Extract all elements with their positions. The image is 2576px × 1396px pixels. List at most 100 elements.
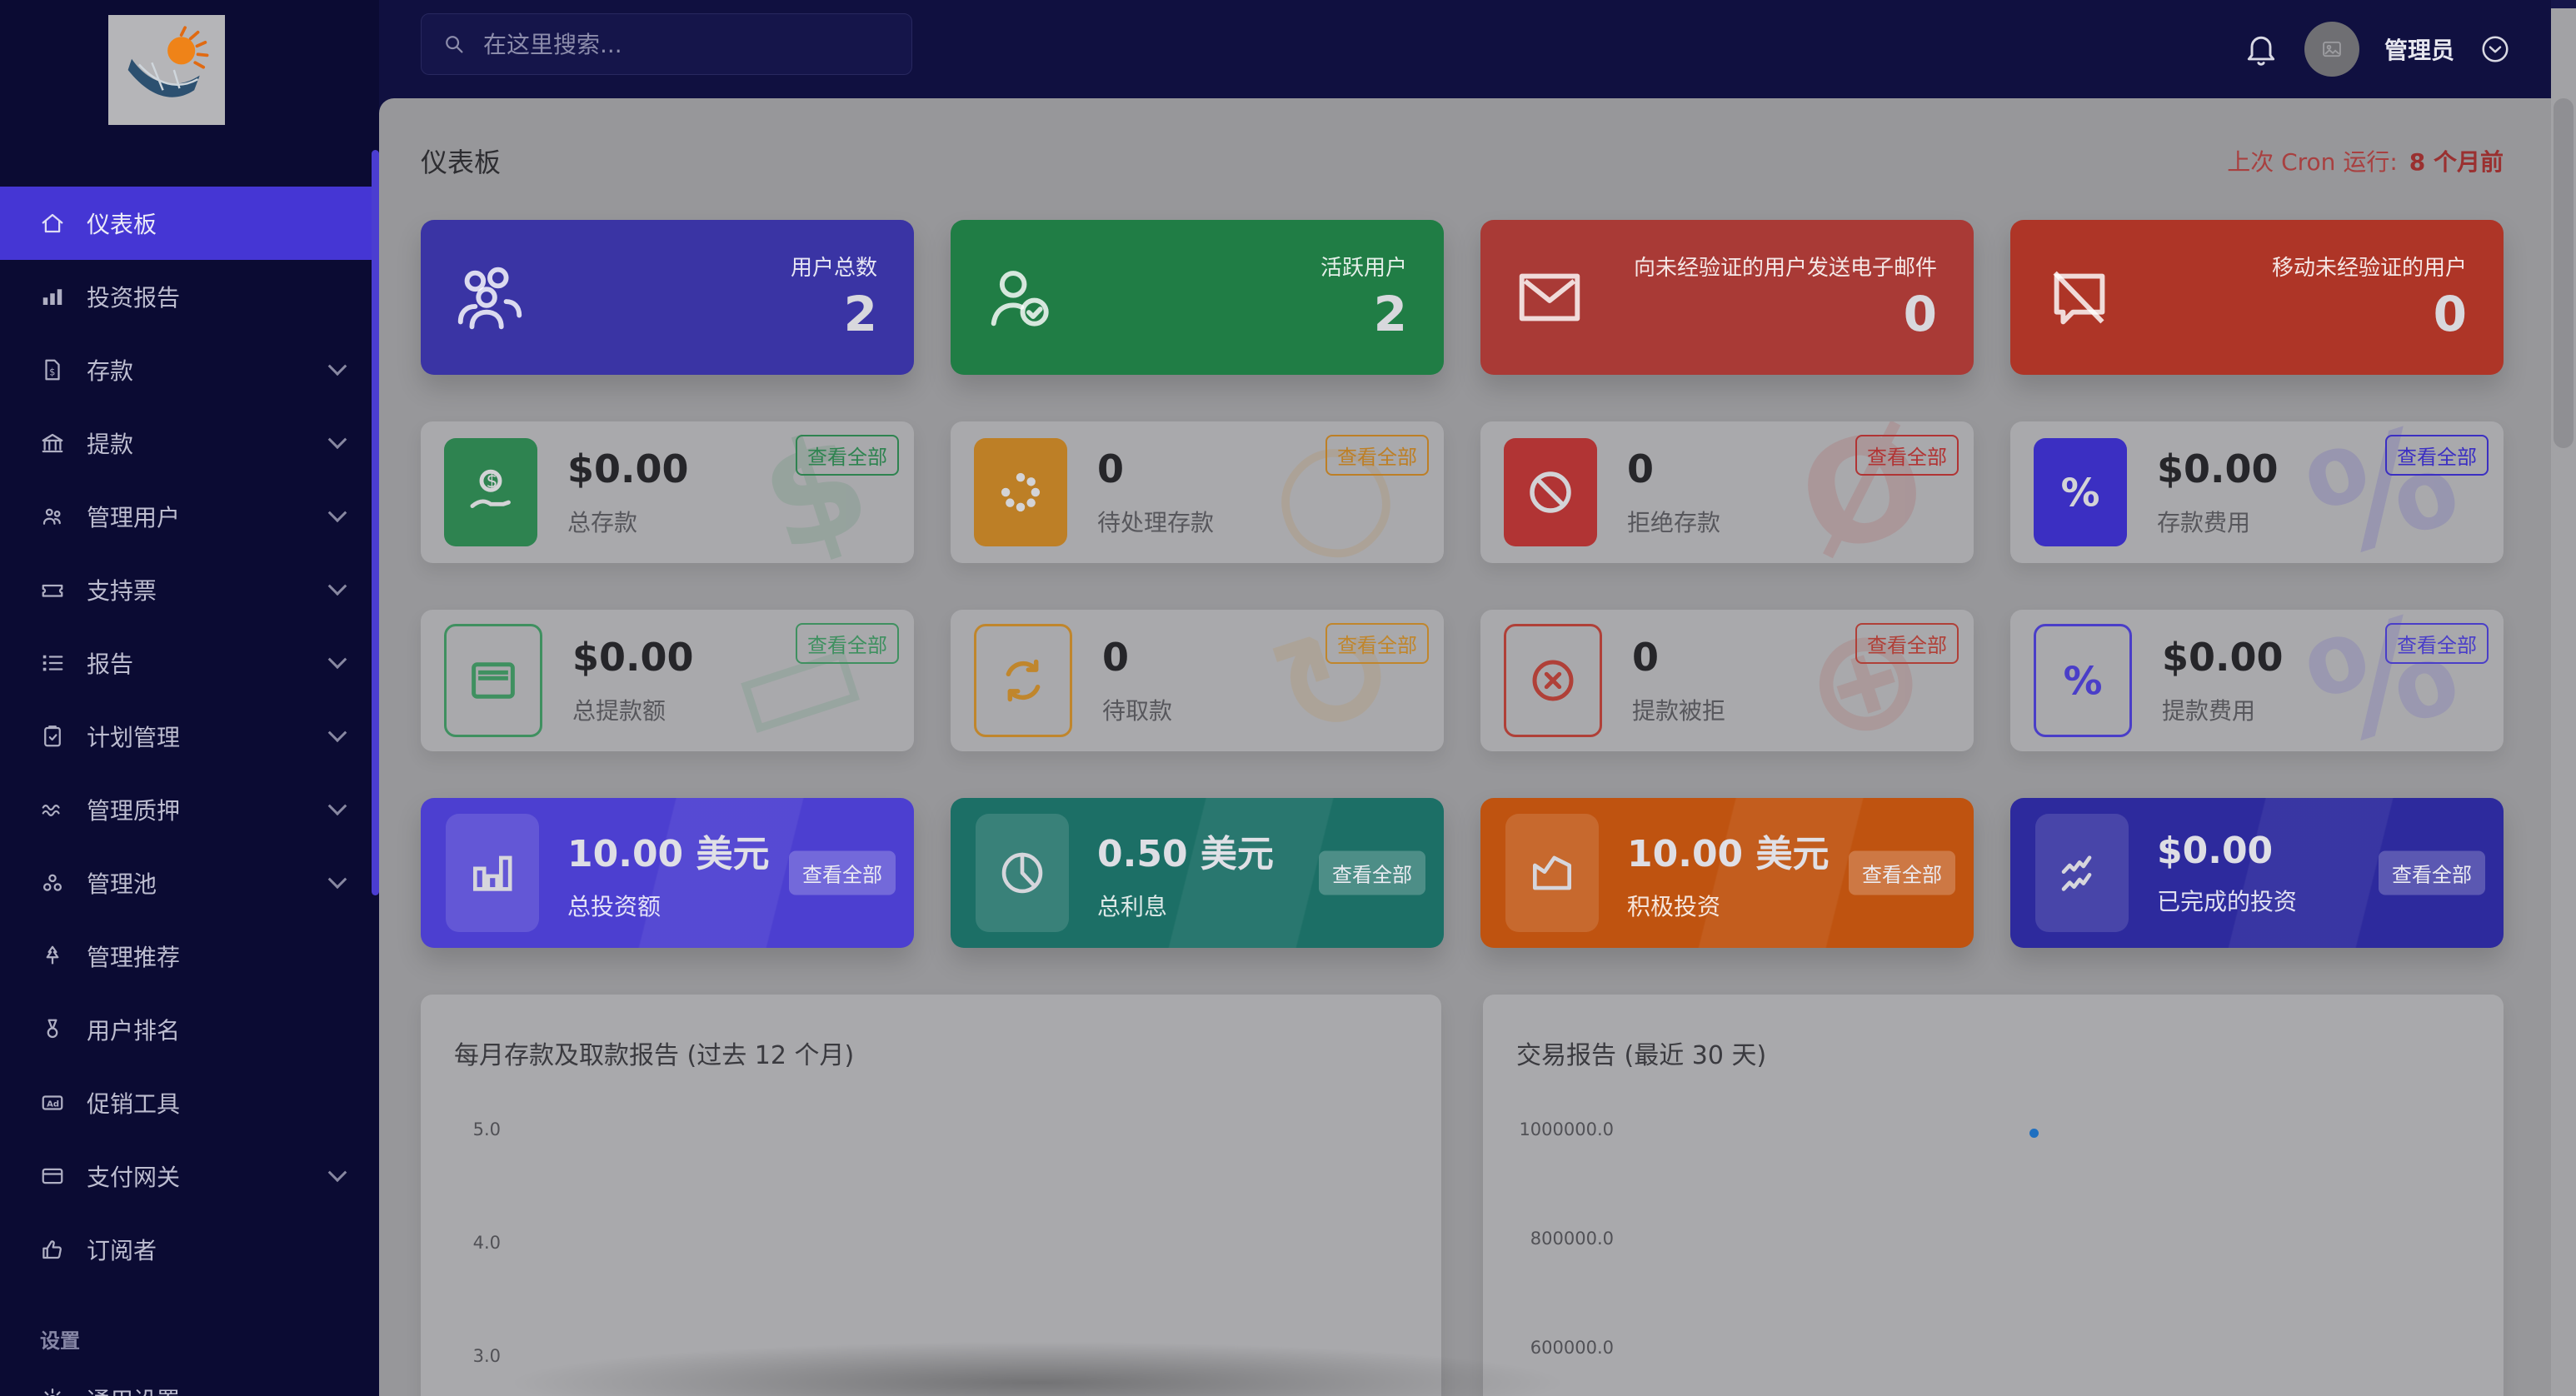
sidebar-item-dashboard[interactable]: 仪表板: [0, 187, 379, 260]
sidebar-item-plan-management[interactable]: 计划管理: [0, 700, 379, 773]
stat-value: 2: [1374, 289, 1407, 340]
sidebar-item-general-settings[interactable]: 通用设置: [0, 1363, 379, 1396]
sidebar: 仪表板 投资报告 $ 存款 提款 管理用户 支持票 报告: [0, 0, 379, 1396]
stat-value: $0.00: [572, 635, 694, 680]
sidebar-item-label: 订阅者: [87, 1233, 157, 1266]
spinner-icon: [993, 465, 1048, 520]
search-input[interactable]: [482, 30, 891, 59]
home-icon: [40, 211, 65, 236]
view-all-button[interactable]: 查看全部: [789, 851, 896, 895]
stat-card-rejected-deposits: 0拒绝存款 查看全部: [1480, 421, 1974, 563]
view-all-button[interactable]: 查看全部: [796, 435, 899, 476]
sidebar-item-deposits[interactable]: $ 存款: [0, 333, 379, 406]
y-axis-tick: 800000.0: [1489, 1229, 1614, 1249]
transaction-report-chart: 交易报告 (最近 30 天) 1000000.0 800000.0 600000…: [1483, 995, 2504, 1396]
view-all-button[interactable]: 查看全部: [1325, 435, 1429, 476]
view-all-button[interactable]: 查看全部: [1325, 623, 1429, 664]
sidebar-item-label: 促销工具: [87, 1086, 180, 1119]
view-all-button[interactable]: 查看全部: [1855, 623, 1959, 664]
report-list-icon: [40, 651, 65, 676]
bar-chart-icon: [40, 284, 65, 309]
bank-icon: [40, 431, 65, 456]
stat-card-total-invested: 10.00 美元总投资额 查看全部: [421, 798, 914, 948]
user-name[interactable]: 管理员: [2384, 32, 2454, 66]
chart-title: 交易报告 (最近 30 天): [1516, 1035, 2470, 1071]
sidebar-item-support-tickets[interactable]: 支持票: [0, 553, 379, 626]
stat-value: 0: [2434, 289, 2467, 340]
sidebar-scrollbar[interactable]: [372, 150, 379, 895]
user-avatar[interactable]: [2304, 22, 2359, 77]
sidebar-item-manage-staking[interactable]: 管理质押: [0, 773, 379, 846]
stat-card-pending-deposits: 0待处理存款 查看全部: [951, 421, 1444, 563]
svg-text:%: %: [2064, 660, 2103, 705]
x-circle-icon: [1525, 653, 1580, 708]
bar-graph-icon: [467, 847, 518, 899]
charts-row: 每月存款及取款报告 (过去 12 个月) 5.0 4.0 3.0 交易报告 (最…: [421, 995, 2504, 1396]
notifications-bell-icon[interactable]: [2243, 31, 2279, 67]
sidebar-item-label: 报告: [87, 646, 133, 680]
stat-card-active-investments: 10.00 美元积极投资 查看全部: [1480, 798, 1974, 948]
view-all-button[interactable]: 查看全部: [2385, 435, 2489, 476]
chevron-down-icon: [328, 796, 347, 815]
refresh-icon: [996, 653, 1051, 708]
search-box: [421, 13, 912, 75]
percent-icon: %: [2055, 653, 2110, 708]
view-all-button[interactable]: 查看全部: [2385, 623, 2489, 664]
sidebar-item-investment-report[interactable]: 投资报告: [0, 260, 379, 333]
y-axis-tick: 3.0: [451, 1346, 501, 1366]
credit-card-icon: [40, 1164, 65, 1189]
stat-label: 存款费用: [2157, 505, 2279, 538]
view-all-button[interactable]: 查看全部: [796, 623, 899, 664]
sidebar-nav: 仪表板 投资报告 $ 存款 提款 管理用户 支持票 报告: [0, 187, 379, 1396]
stat-card-total-deposits: $ $0.00总存款 查看全部: [421, 421, 914, 563]
view-all-button[interactable]: 查看全部: [2379, 851, 2485, 895]
chart-data-point: [2029, 1129, 2039, 1138]
sidebar-item-withdrawals[interactable]: 提款: [0, 406, 379, 480]
chevron-down-icon: [328, 503, 347, 522]
stat-label: 移动未经验证的用户: [2272, 255, 2467, 283]
cron-value: 8 个月前: [2409, 148, 2504, 176]
stat-label: 总投资额: [567, 889, 770, 922]
stat-row-2: $ $0.00总存款 查看全部 0待处理存款 查看全部 0拒绝存款 查看全部 %…: [421, 421, 2504, 563]
sidebar-item-label: 计划管理: [87, 720, 180, 753]
sidebar-item-manage-users[interactable]: 管理用户: [0, 480, 379, 553]
stat-card-deposit-charges: % $0.00存款费用 查看全部: [2010, 421, 2504, 563]
stat-label: 总存款: [567, 505, 689, 538]
stat-value: 0: [1632, 635, 1725, 680]
cron-status: 上次 Cron 运行:8 个月前: [2227, 144, 2504, 177]
sidebar-item-manage-referrals[interactable]: 管理推荐: [0, 920, 379, 993]
stat-value: 10.00 美元: [567, 824, 770, 877]
stat-card-total-withdrawals: $0.00总提款额 查看全部: [421, 610, 914, 751]
stat-row-3: $0.00总提款额 查看全部 0 待取款 查看全部 0提款被拒 查看全部 % $0…: [421, 610, 2504, 751]
sidebar-item-promotion-tools[interactable]: Ad 促销工具: [0, 1066, 379, 1139]
view-all-button[interactable]: 查看全部: [1855, 435, 1959, 476]
stat-card-rejected-withdrawals: 0提款被拒 查看全部: [1480, 610, 1974, 751]
sidebar-item-payment-gateways[interactable]: 支付网关: [0, 1139, 379, 1213]
page-scrollbar-thumb[interactable]: [2554, 98, 2574, 448]
y-axis-tick: 5.0: [451, 1119, 501, 1139]
user-menu-chevron-icon[interactable]: [2479, 33, 2511, 65]
stat-value: 10.00 美元: [1627, 824, 1830, 877]
users-group-icon: [451, 258, 529, 337]
view-all-button[interactable]: 查看全部: [1849, 851, 1955, 895]
stat-value: 0: [1102, 635, 1172, 680]
pie-chart-icon: [996, 847, 1048, 899]
sidebar-item-user-ranking[interactable]: 用户排名: [0, 993, 379, 1066]
stat-label: 提款费用: [2162, 693, 2284, 726]
sidebar-item-manage-pools[interactable]: 管理池: [0, 846, 379, 920]
ticket-icon: [40, 577, 65, 602]
page-scrollbar[interactable]: [2551, 0, 2576, 1396]
chevron-down-icon: [328, 356, 347, 376]
sidebar-item-label: 仪表板: [87, 207, 157, 240]
sidebar-item-reports[interactable]: 报告: [0, 626, 379, 700]
sidebar-item-subscribers[interactable]: 订阅者: [0, 1213, 379, 1286]
brand-logo[interactable]: [108, 15, 225, 125]
pool-icon: [40, 870, 65, 895]
stat-value: 0.50 美元: [1097, 824, 1274, 877]
stat-label: 待取款: [1102, 693, 1172, 726]
stat-row-1: 用户总数2 活跃用户2 向未经验证的用户发送电子邮件0 移动未经验证的用户0: [421, 220, 2504, 375]
gear-icon: [40, 1387, 65, 1396]
stat-value: 0: [1904, 289, 1937, 340]
view-all-button[interactable]: 查看全部: [1319, 851, 1425, 895]
chevron-down-icon: [328, 723, 347, 742]
